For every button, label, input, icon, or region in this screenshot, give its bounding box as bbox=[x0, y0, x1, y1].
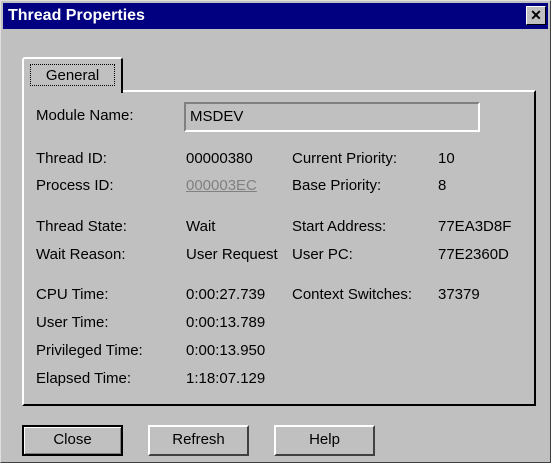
base-priority-label: Base Priority: bbox=[292, 177, 382, 194]
base-priority-value: 8 bbox=[438, 177, 447, 194]
privileged-time-value: 0:00:13.950 bbox=[186, 342, 266, 359]
context-switches-label: Context Switches: bbox=[292, 286, 413, 303]
tab-general-label: General bbox=[30, 64, 115, 86]
process-id-link[interactable]: 000003EC bbox=[186, 177, 257, 194]
current-priority-value: 10 bbox=[438, 150, 455, 167]
module-name-field[interactable]: MSDEV bbox=[184, 102, 480, 132]
general-panel: Module Name: MSDEV Thread ID: 00000380 C… bbox=[22, 90, 536, 406]
title-bar[interactable]: Thread Properties ✕ bbox=[3, 3, 548, 29]
context-switches-value: 37379 bbox=[438, 286, 480, 303]
close-icon[interactable]: ✕ bbox=[526, 6, 546, 25]
tab-general[interactable]: General bbox=[22, 57, 123, 93]
close-button[interactable]: Close bbox=[22, 425, 123, 456]
user-pc-value: 77E2360D bbox=[438, 246, 509, 263]
thread-id-label: Thread ID: bbox=[36, 150, 107, 167]
wait-reason-label: Wait Reason: bbox=[36, 246, 126, 263]
thread-state-label: Thread State: bbox=[36, 218, 127, 235]
privileged-time-label: Privileged Time: bbox=[36, 342, 143, 359]
elapsed-time-label: Elapsed Time: bbox=[36, 370, 132, 387]
start-address-value: 77EA3D8F bbox=[438, 218, 512, 235]
user-time-value: 0:00:13.789 bbox=[186, 314, 266, 331]
process-id-label: Process ID: bbox=[36, 177, 114, 194]
start-address-label: Start Address: bbox=[292, 218, 387, 235]
user-time-label: User Time: bbox=[36, 314, 109, 331]
cpu-time-value: 0:00:27.739 bbox=[186, 286, 266, 303]
module-name-label: Module Name: bbox=[36, 107, 134, 124]
cpu-time-label: CPU Time: bbox=[36, 286, 109, 303]
thread-properties-dialog: Thread Properties ✕ General Module Name:… bbox=[0, 0, 551, 463]
help-button[interactable]: Help bbox=[274, 425, 375, 456]
refresh-button[interactable]: Refresh bbox=[148, 425, 249, 456]
elapsed-time-value: 1:18:07.129 bbox=[186, 370, 266, 387]
current-priority-label: Current Priority: bbox=[292, 150, 398, 167]
thread-state-value: Wait bbox=[186, 218, 216, 235]
window-title: Thread Properties bbox=[8, 7, 145, 24]
thread-id-value: 00000380 bbox=[186, 150, 253, 167]
wait-reason-value: User Request bbox=[186, 246, 278, 263]
user-pc-label: User PC: bbox=[292, 246, 353, 263]
